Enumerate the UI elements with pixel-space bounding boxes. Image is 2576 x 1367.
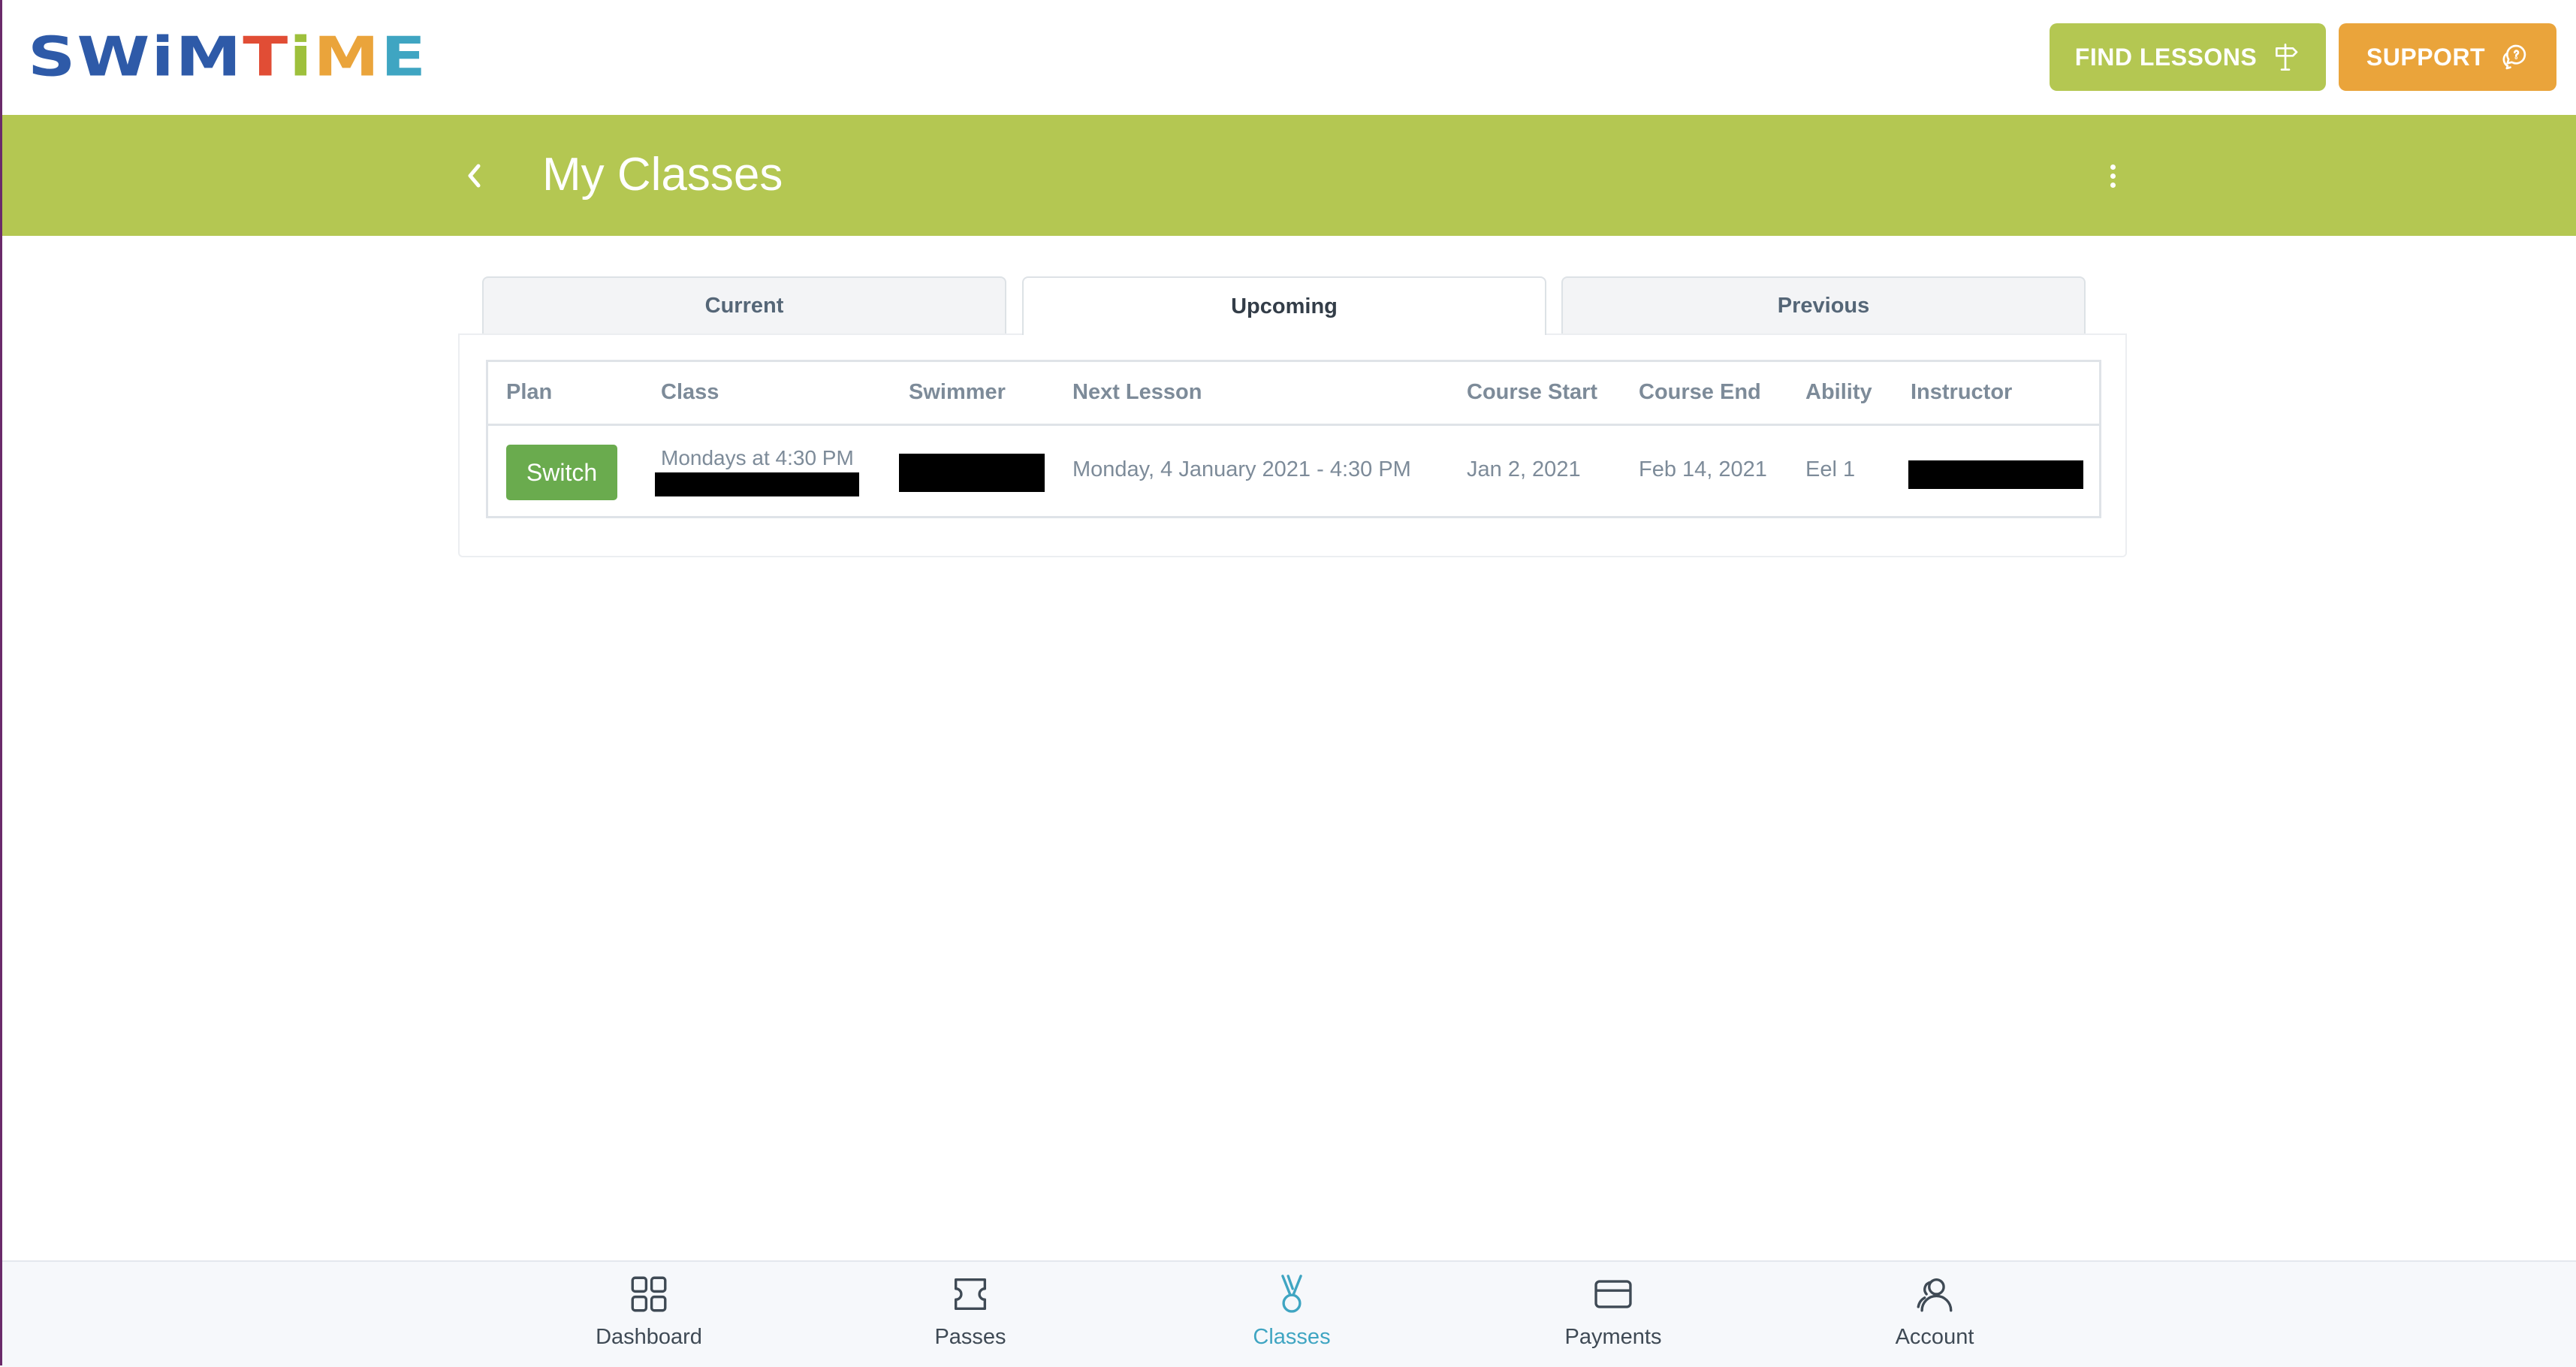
course-start-value: Jan 2, 2021 <box>1467 457 1581 481</box>
column-header-class: Class <box>661 380 719 404</box>
logo-letter: M <box>175 25 243 89</box>
nav-account[interactable]: Account <box>1852 1272 2017 1362</box>
column-header-ability: Ability <box>1805 380 1872 404</box>
next-lesson-value: Monday, 4 January 2021 - 4:30 PM <box>1072 457 1411 481</box>
chevron-left-icon <box>468 164 481 188</box>
column-header-swimmer: Swimmer <box>909 380 1006 404</box>
logo-letter: i <box>151 25 176 89</box>
table-row: Switch Mondays at 4:30 PM Monday, 4 Janu… <box>488 426 2099 516</box>
tab-previous[interactable]: Previous <box>1561 276 2086 333</box>
tab-upcoming[interactable]: Upcoming <box>1022 276 1546 335</box>
nav-label: Payments <box>1564 1325 1662 1349</box>
column-header-course-end: Course End <box>1639 380 1761 404</box>
back-button[interactable] <box>459 157 489 195</box>
nav-label: Passes <box>934 1325 1006 1349</box>
column-header-instructor: Instructor <box>1911 380 2013 404</box>
swimtime-logo[interactable]: SWiMTiME <box>28 23 427 92</box>
support-label: SUPPORT <box>2366 43 2486 71</box>
classes-panel: Plan Class Swimmer Next Lesson Course St… <box>458 333 2127 557</box>
redacted-class-name <box>655 472 859 496</box>
ability-value: Eel 1 <box>1805 457 1856 481</box>
kebab-dot <box>2110 182 2116 188</box>
chat-bubbles-icon <box>2502 44 2526 70</box>
column-header-next-lesson: Next Lesson <box>1072 380 1202 404</box>
logo-letter: E <box>381 25 428 89</box>
tab-current[interactable]: Current <box>482 276 1006 333</box>
classes-table: Plan Class Swimmer Next Lesson Course St… <box>486 360 2101 518</box>
switch-button[interactable]: Switch <box>506 445 617 500</box>
credit-card-icon <box>1594 1280 1632 1308</box>
logo-letter: S <box>28 25 77 89</box>
nav-dashboard[interactable]: Dashboard <box>566 1272 731 1362</box>
grid-icon <box>631 1276 667 1312</box>
nav-passes[interactable]: Passes <box>888 1272 1053 1362</box>
ticket-icon <box>954 1278 987 1311</box>
bottom-navigation: Dashboard Passes Classes Payments Accoun… <box>2 1260 2576 1367</box>
logo-letter: W <box>77 25 152 89</box>
redacted-instructor-name <box>1908 460 2083 489</box>
signpost-icon <box>2276 44 2298 71</box>
nav-label: Account <box>1895 1325 1974 1349</box>
find-lessons-label: FIND LESSONS <box>2074 43 2258 71</box>
nav-classes[interactable]: Classes <box>1209 1272 1374 1362</box>
nav-label: Dashboard <box>596 1325 702 1349</box>
logo-letter: M <box>313 25 381 89</box>
logo-letter: i <box>289 25 314 89</box>
class-time: Mondays at 4:30 PM <box>661 446 854 469</box>
kebab-dot <box>2110 173 2116 179</box>
nav-label: Classes <box>1253 1325 1331 1349</box>
top-header: SWiMTiME FIND LESSONS SUPPORT <box>2 0 2576 115</box>
course-end-value: Feb 14, 2021 <box>1639 457 1767 481</box>
column-header-plan: Plan <box>506 380 553 404</box>
users-icon <box>1917 1278 1953 1312</box>
logo-letter: T <box>243 25 290 89</box>
column-header-course-start: Course Start <box>1467 380 1598 404</box>
redacted-swimmer-name <box>899 454 1045 492</box>
medal-icon <box>1281 1275 1302 1313</box>
table-header: Plan Class Swimmer Next Lesson Course St… <box>488 362 2099 426</box>
more-options-button[interactable] <box>2098 157 2128 195</box>
nav-payments[interactable]: Payments <box>1531 1272 1696 1362</box>
page-title: My Classes <box>542 149 783 201</box>
support-button[interactable]: SUPPORT <box>2339 23 2556 91</box>
kebab-dot <box>2110 164 2116 170</box>
title-bar: My Classes <box>2 115 2576 236</box>
find-lessons-button[interactable]: FIND LESSONS <box>2050 23 2326 91</box>
